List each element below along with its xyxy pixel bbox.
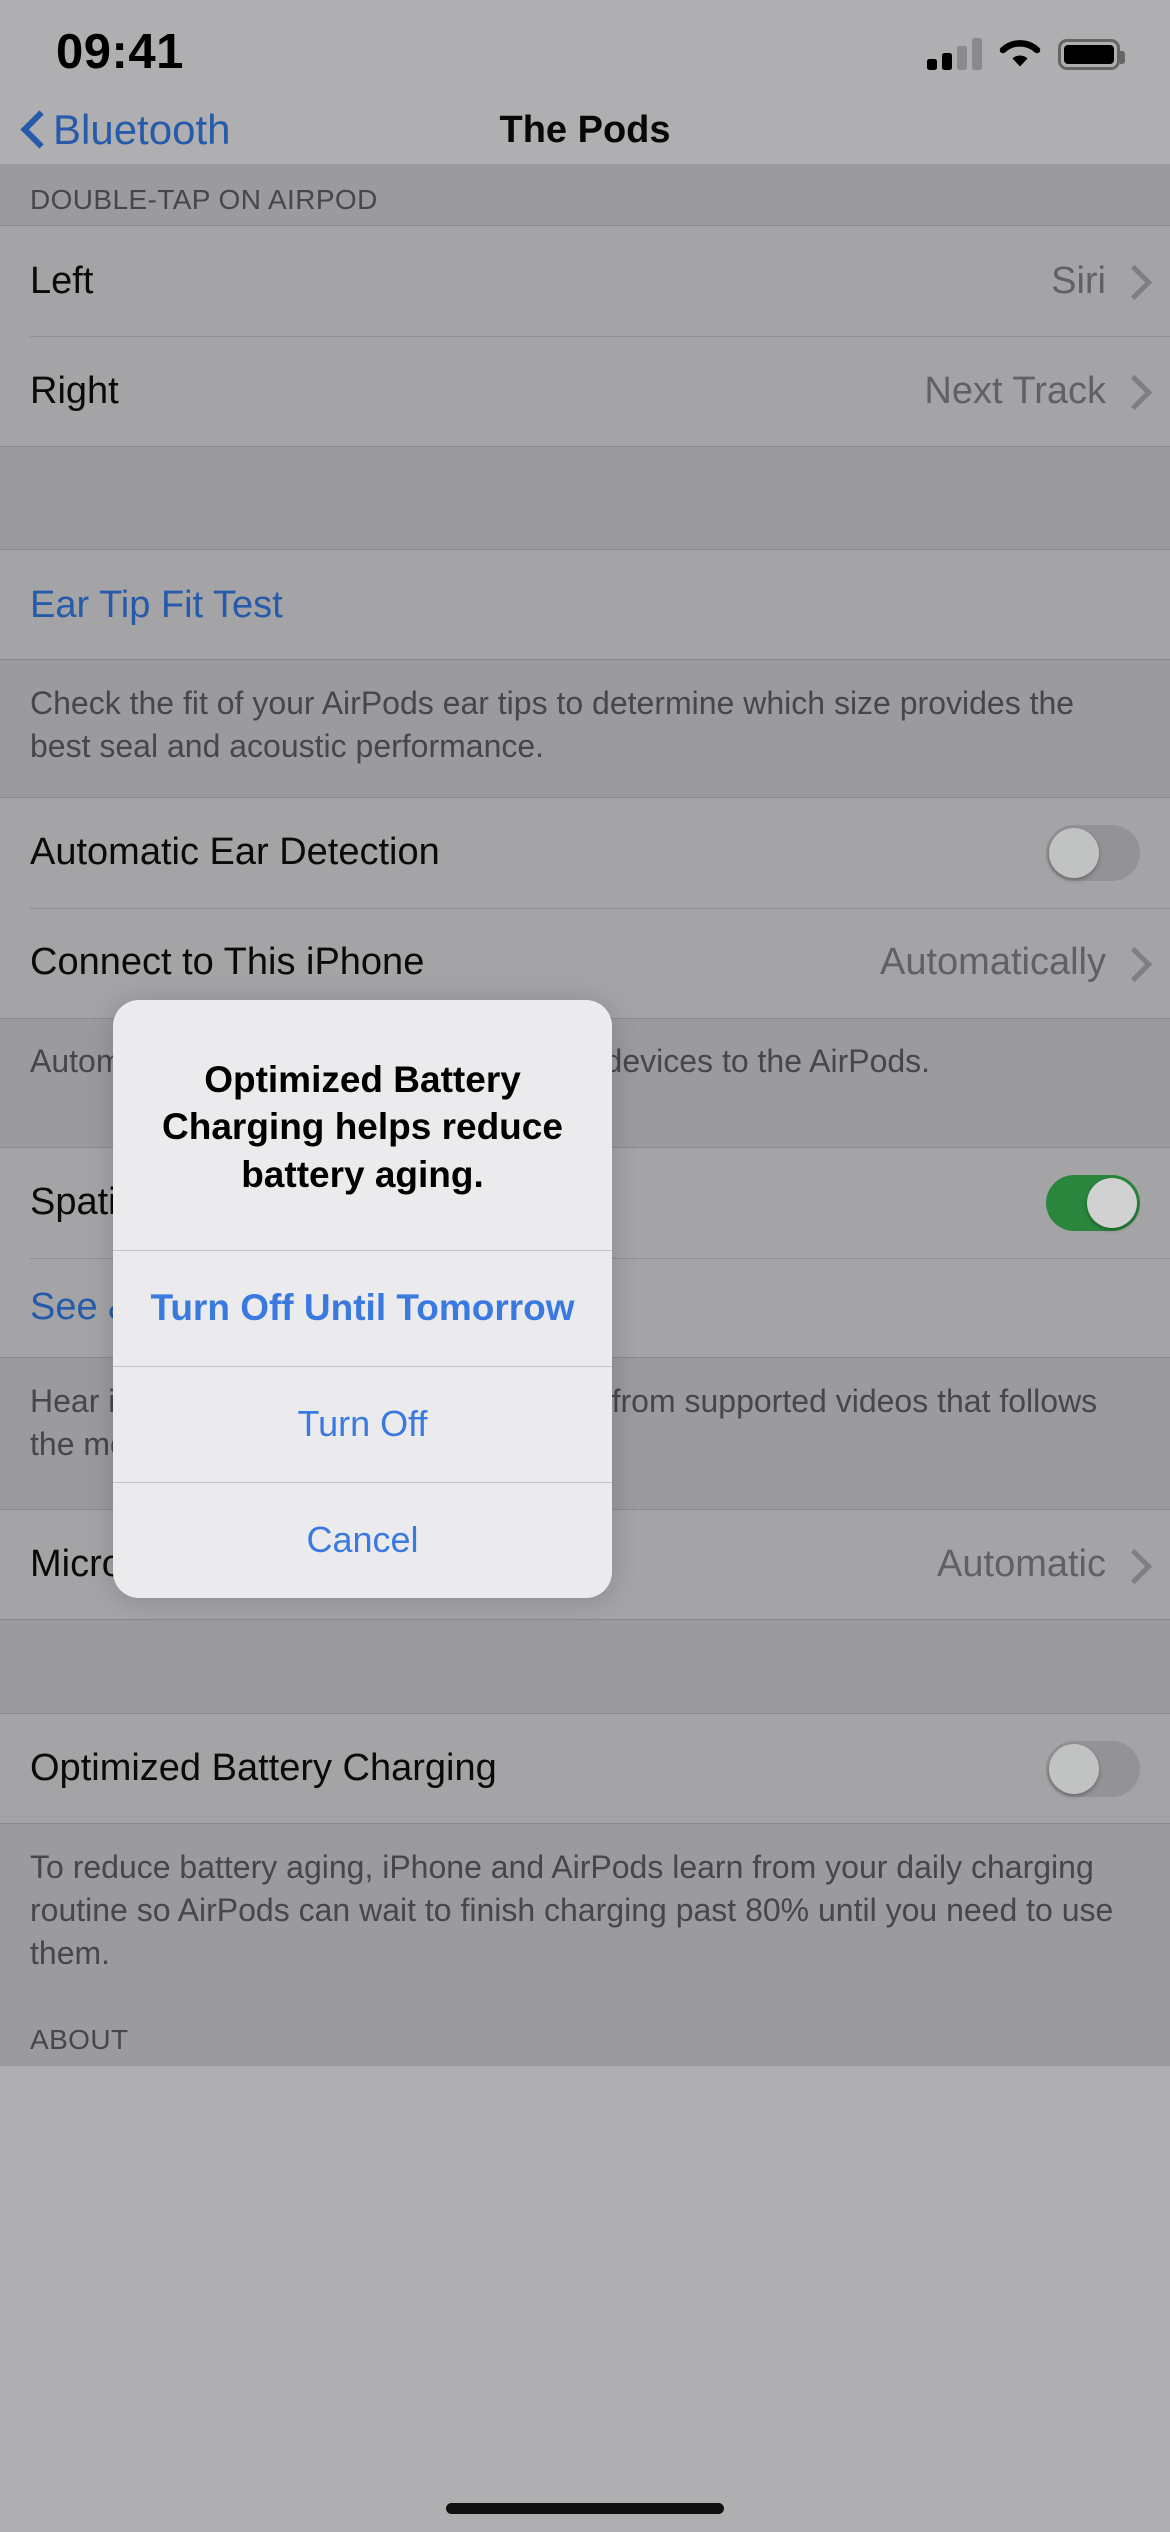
section-header-about: ABOUT — [0, 2003, 1170, 2066]
status-bar-time: 09:41 — [56, 25, 184, 79]
footer-ear-tip: Check the fit of your AirPods ear tips t… — [0, 660, 1170, 798]
footer-optimized-battery: To reduce battery aging, iPhone and AirP… — [0, 1823, 1170, 2004]
row-left-airpod[interactable]: Left Siri — [0, 226, 1170, 336]
chevron-right-icon — [1122, 376, 1140, 406]
battery-full-icon — [1058, 39, 1125, 70]
alert-button-turn-off[interactable]: Turn Off — [113, 1366, 612, 1482]
alert-button-turn-off-until-tomorrow[interactable]: Turn Off Until Tomorrow — [113, 1250, 612, 1366]
automatic-ear-detection-toggle[interactable] — [1046, 824, 1140, 881]
section-spacer — [0, 446, 1170, 550]
row-automatic-ear-detection[interactable]: Automatic Ear Detection — [0, 797, 1170, 908]
ear-tip-fit-test-label: Ear Tip Fit Test — [30, 583, 283, 626]
row-accessory: Automatically — [880, 941, 1140, 984]
spatial-audio-toggle[interactable] — [1046, 1174, 1140, 1231]
alert-title: Optimized Battery Charging helps reduce … — [162, 1059, 563, 1195]
row-value: Next Track — [924, 369, 1106, 412]
group-automatic: Automatic Ear Detection Connect to This … — [0, 797, 1170, 1018]
section-spacer-2 — [0, 1619, 1170, 1714]
row-value: Siri — [1051, 259, 1106, 302]
row-accessory: Next Track — [924, 370, 1140, 413]
chevron-right-icon — [1122, 266, 1140, 296]
row-accessory: Automatic — [937, 1543, 1140, 1586]
chevron-right-icon — [1122, 948, 1140, 978]
chevron-right-icon — [1122, 1550, 1140, 1580]
home-indicator[interactable] — [446, 2503, 724, 2514]
row-ear-tip-fit-test[interactable]: Ear Tip Fit Test — [0, 550, 1170, 660]
row-value: Automatic — [937, 1543, 1106, 1586]
row-label: Automatic Ear Detection — [30, 831, 440, 874]
optimized-battery-charging-toggle[interactable] — [1046, 1740, 1140, 1797]
alert-header: Optimized Battery Charging helps reduce … — [113, 1000, 612, 1250]
row-optimized-battery-charging[interactable]: Optimized Battery Charging — [0, 1713, 1170, 1824]
row-accessory — [1046, 1174, 1140, 1231]
group-optimized-battery: Optimized Battery Charging — [0, 1713, 1170, 1824]
row-value: Automatically — [880, 941, 1106, 984]
alert-button-cancel[interactable]: Cancel — [113, 1482, 612, 1598]
row-label: Connect to This iPhone — [30, 941, 425, 984]
navigation-bar: Bluetooth The Pods — [0, 96, 1170, 164]
section-header-double-tap: DOUBLE-TAP ON AIRPOD — [0, 164, 1170, 226]
optimized-battery-charging-alert: Optimized Battery Charging helps reduce … — [113, 1000, 612, 1599]
group-ear-tip: Ear Tip Fit Test — [0, 550, 1170, 660]
row-accessory — [1046, 1740, 1140, 1797]
row-label: Optimized Battery Charging — [30, 1747, 497, 1790]
row-right-airpod[interactable]: Right Next Track — [0, 336, 1170, 446]
status-bar-icons — [927, 30, 1125, 70]
page-title: The Pods — [499, 108, 671, 151]
row-accessory — [1046, 824, 1140, 881]
cellular-signal-icon — [927, 38, 982, 70]
group-double-tap: Left Siri Right Next Track — [0, 226, 1170, 446]
row-label: Left — [30, 259, 94, 302]
wifi-icon — [999, 38, 1041, 70]
row-accessory: Siri — [1051, 260, 1140, 303]
row-label: Right — [30, 369, 119, 412]
